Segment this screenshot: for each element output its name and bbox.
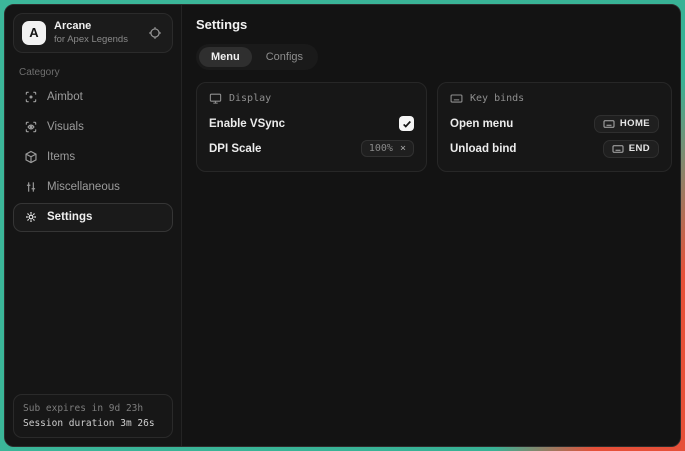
crosshair-icon (23, 90, 38, 105)
page-title: Settings (196, 17, 672, 32)
sub-expiry-text: Sub expires in 9d 23h (23, 401, 163, 416)
keybinds-card-title: Key binds (470, 93, 524, 104)
display-card-header: Display (209, 92, 414, 105)
vsync-checkbox[interactable] (399, 116, 414, 131)
dpi-label: DPI Scale (209, 143, 261, 155)
app-logo: A (22, 21, 46, 45)
app-header-card: A Arcane for Apex Legends (13, 13, 173, 53)
category-label: Category (19, 67, 167, 78)
keyboard-icon (603, 118, 615, 130)
open-menu-row: Open menu HOME (450, 111, 659, 136)
open-menu-key: HOME (620, 118, 650, 129)
sidebar-item-label: Visuals (47, 121, 84, 133)
session-info-card: Sub expires in 9d 23h Session duration 3… (13, 394, 173, 438)
keybinds-card: Key binds Open menu HOME Unload bind (437, 82, 672, 172)
tab-configs[interactable]: Configs (254, 47, 315, 67)
sidebar-item-items[interactable]: Items (13, 143, 173, 172)
settings-cards: Display Enable VSync DPI Scale 100% × (196, 82, 672, 172)
open-menu-bind-button[interactable]: HOME (594, 115, 659, 133)
session-duration-text: Session duration 3m 26s (23, 416, 163, 431)
gear-icon (23, 210, 38, 225)
tab-bar: Menu Configs (196, 44, 318, 70)
app-title: Arcane (54, 20, 128, 34)
display-card-title: Display (229, 93, 271, 104)
package-icon (23, 150, 38, 165)
app-window: A Arcane for Apex Legends Category (4, 4, 681, 447)
open-menu-label: Open menu (450, 118, 513, 130)
sidebar-item-settings[interactable]: Settings (13, 203, 173, 232)
eye-icon (23, 120, 38, 135)
dpi-scale-input[interactable]: 100% × (361, 140, 414, 157)
clear-icon[interactable]: × (400, 144, 406, 154)
sliders-icon (23, 180, 38, 195)
unload-bind-label: Unload bind (450, 143, 516, 155)
sidebar-item-label: Aimbot (47, 91, 83, 103)
check-icon (402, 119, 412, 129)
tab-menu[interactable]: Menu (199, 47, 252, 67)
app-subtitle: for Apex Legends (54, 34, 128, 46)
display-card: Display Enable VSync DPI Scale 100% × (196, 82, 427, 172)
unload-bind-row: Unload bind END (450, 136, 659, 161)
sidebar-item-label: Items (47, 151, 75, 163)
sidebar-item-miscellaneous[interactable]: Miscellaneous (13, 173, 173, 202)
sidebar-item-label: Miscellaneous (47, 181, 120, 193)
unload-bind-button[interactable]: END (603, 140, 659, 158)
crosshair-target-icon[interactable] (146, 24, 164, 42)
sidebar: A Arcane for Apex Legends Category (5, 5, 182, 446)
app-texts: Arcane for Apex Legends (54, 20, 128, 46)
dpi-row: DPI Scale 100% × (209, 136, 414, 161)
unload-bind-key: END (629, 143, 650, 154)
sidebar-item-visuals[interactable]: Visuals (13, 113, 173, 142)
sidebar-item-label: Settings (47, 211, 92, 223)
keybinds-card-header: Key binds (450, 92, 659, 105)
keyboard-icon (612, 143, 624, 155)
main-content: Settings Menu Configs Display E (182, 5, 681, 446)
vsync-label: Enable VSync (209, 118, 285, 130)
vsync-row: Enable VSync (209, 111, 414, 136)
monitor-icon (209, 92, 222, 105)
keyboard-icon (450, 92, 463, 105)
sidebar-item-aimbot[interactable]: Aimbot (13, 83, 173, 112)
dpi-value: 100% (369, 143, 393, 154)
